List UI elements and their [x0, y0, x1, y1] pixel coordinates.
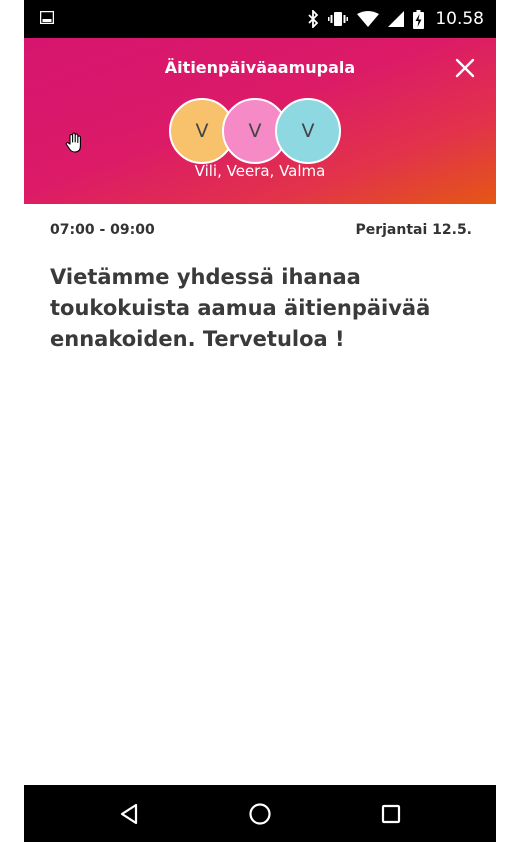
home-icon	[249, 802, 271, 825]
signal-icon	[388, 11, 405, 27]
back-icon	[120, 803, 138, 824]
event-description: Vietämme yhdessä ihanaa toukokuista aamu…	[50, 265, 431, 351]
event-info-row: 07:00 - 09:00 Perjantai 12.5.	[50, 219, 472, 241]
home-button[interactable]	[230, 785, 290, 842]
participant-names: Vili, Veera, Valma	[194, 162, 326, 180]
event-title: Äitienpäiväaamupala	[164, 58, 356, 77]
gallery-icon	[40, 11, 54, 24]
vibrate-icon	[328, 12, 349, 26]
wifi-icon	[357, 11, 380, 27]
participant-avatars: V V V	[169, 98, 349, 164]
battery-charging-icon	[413, 9, 425, 29]
status-bar: 10.58	[24, 0, 496, 38]
recents-button[interactable]	[361, 785, 421, 842]
navigation-bar	[24, 785, 496, 842]
recents-icon	[381, 804, 401, 823]
phone-screen: 10.58 Äitienpäiväaamupala V V V Vili, Ve…	[24, 0, 496, 842]
close-icon[interactable]	[452, 55, 478, 81]
status-icons: 10.58	[307, 0, 484, 38]
avatar: V	[275, 98, 341, 164]
status-time: 10.58	[435, 9, 484, 29]
event-header: Äitienpäiväaamupala V V V Vili, Veera, V…	[24, 38, 496, 204]
avatar-initial: V	[301, 120, 315, 142]
avatar-initial: V	[195, 120, 209, 142]
hand-cursor-icon	[65, 132, 81, 153]
event-date: Perjantai 12.5.	[355, 222, 472, 238]
bluetooth-icon	[308, 10, 319, 28]
event-time: 07:00 - 09:00	[50, 222, 155, 238]
back-button[interactable]	[99, 785, 159, 842]
avatar-initial: V	[248, 120, 262, 142]
